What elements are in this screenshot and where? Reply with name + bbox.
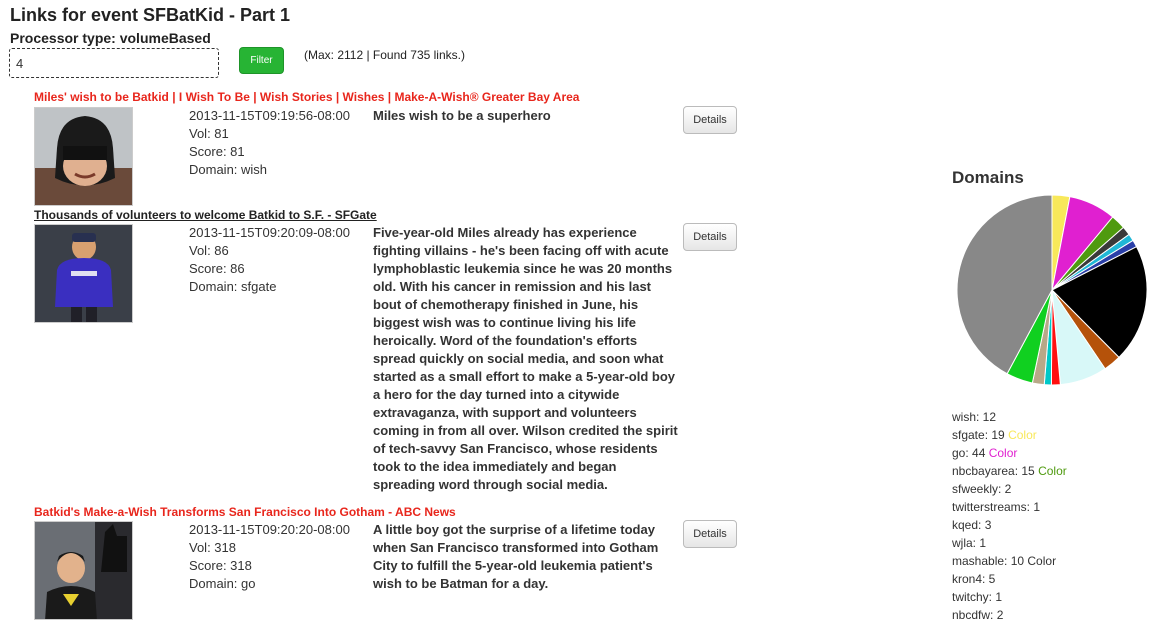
link-timestamp: 2013-11-15T09:20:20-08:00 <box>189 522 350 537</box>
link-description: A little boy got the surprise of a lifet… <box>373 522 659 591</box>
domains-pie-chart <box>956 194 1148 386</box>
link-vol: Vol: 318 <box>189 540 236 555</box>
legend-label: nbcbayarea: 15 <box>952 464 1035 478</box>
legend-item: nbcbayarea: 15 Color <box>952 462 1067 480</box>
domains-title: Domains <box>952 168 1024 187</box>
link-title[interactable]: Batkid's Make-a-Wish Transforms San Fran… <box>34 505 456 519</box>
link-meta: 2013-11-15T09:19:56-08:00 Vol: 81 Score:… <box>189 107 350 179</box>
legend-label: twitchy: 1 <box>952 590 1003 604</box>
legend-item: twitterstreams: 1 <box>952 498 1067 516</box>
link-meta: 2013-11-15T09:20:20-08:00 Vol: 318 Score… <box>189 521 350 593</box>
link-vol: Vol: 81 <box>189 126 229 141</box>
link-description: Five-year-old Miles already has experien… <box>373 225 678 492</box>
legend-label: sfweekly: 2 <box>952 482 1012 496</box>
legend-label: nbcdfw: 2 <box>952 608 1004 622</box>
link-thumbnail <box>34 521 133 620</box>
legend-item: nbcdfw: 2 <box>952 606 1067 624</box>
link-score: Score: 318 <box>189 558 252 573</box>
legend-label: kqed: 3 <box>952 518 992 532</box>
link-score: Score: 86 <box>189 261 245 276</box>
legend-color-label: Color <box>988 446 1018 460</box>
link-domain: Domain: wish <box>189 162 268 177</box>
link-thumbnail <box>34 107 133 206</box>
legend-item: mashable: 10 Color <box>952 552 1067 570</box>
legend-label: sfgate: 19 <box>952 428 1005 442</box>
link-timestamp: 2013-11-15T09:19:56-08:00 <box>189 108 350 123</box>
legend-item: sfweekly: 2 <box>952 480 1067 498</box>
link-score: Score: 81 <box>189 144 245 159</box>
filter-button[interactable]: Filter <box>239 47 284 74</box>
filter-input[interactable] <box>9 48 219 78</box>
page-title: Links for event SFBatKid - Part 1 <box>10 5 291 25</box>
count-info: (Max: 2112 | Found 735 links.) <box>304 48 465 62</box>
domains-legend: wish: 12 sfgate: 19 Color go: 44 Color n… <box>952 408 1067 624</box>
legend-color-label: Color <box>1038 464 1067 478</box>
legend-item: wish: 12 <box>952 408 1067 426</box>
legend-label: go: 44 <box>952 446 986 460</box>
legend-item: kron4: 5 <box>952 570 1067 588</box>
link-thumbnail <box>34 224 133 323</box>
legend-label: mashable: 10 <box>952 554 1025 568</box>
legend-item: kqed: 3 <box>952 516 1067 534</box>
link-meta: 2013-11-15T09:20:09-08:00 Vol: 86 Score:… <box>189 224 350 296</box>
legend-item: wjla: 1 <box>952 534 1067 552</box>
link-title[interactable]: Thousands of volunteers to welcome Batki… <box>34 208 377 222</box>
processor-type-label: Processor type: volumeBased <box>10 30 211 46</box>
details-button[interactable]: Details <box>683 223 737 251</box>
details-button[interactable]: Details <box>683 106 737 134</box>
link-vol: Vol: 86 <box>189 243 229 258</box>
link-timestamp: 2013-11-15T09:20:09-08:00 <box>189 225 350 240</box>
legend-label: wjla: 1 <box>952 536 987 550</box>
legend-label: kron4: 5 <box>952 572 996 586</box>
details-button[interactable]: Details <box>683 520 737 548</box>
legend-color-label: Color <box>1027 554 1057 568</box>
link-description: Miles wish to be a superhero <box>373 108 551 123</box>
legend-label: twitterstreams: 1 <box>952 500 1041 514</box>
legend-item: twitchy: 1 <box>952 588 1067 606</box>
legend-item: go: 44 Color <box>952 444 1067 462</box>
link-domain: Domain: sfgate <box>189 279 277 294</box>
legend-label: wish: 12 <box>952 410 997 424</box>
link-domain: Domain: go <box>189 576 256 591</box>
legend-color-label: Color <box>1008 428 1037 442</box>
legend-item: sfgate: 19 Color <box>952 426 1067 444</box>
link-title[interactable]: Miles' wish to be Batkid | I Wish To Be … <box>34 90 579 104</box>
